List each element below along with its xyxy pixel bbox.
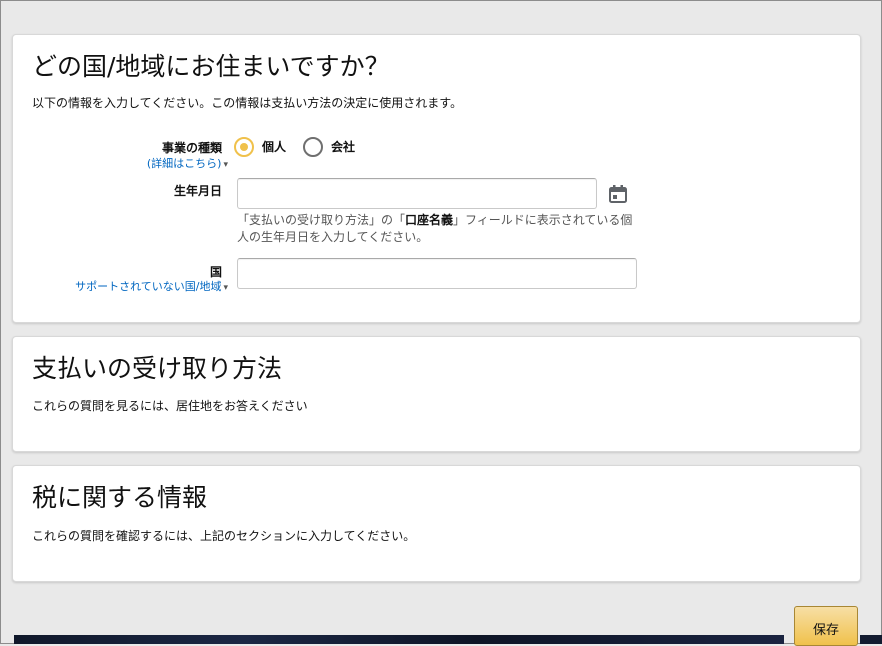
unsupported-country-help-link[interactable]: サポートされていない国/地域 ▾: [75, 280, 228, 295]
tax-title: 税に関する情報: [32, 483, 208, 512]
tax-section: 税に関する情報 これらの質問を確認するには、上記のセクションに入力してください。: [12, 465, 861, 582]
residence-title: どの国/地域にお住まいですか？: [32, 52, 390, 81]
calendar-icon[interactable]: [608, 184, 628, 204]
country-label: 国: [209, 265, 222, 279]
caret-down-icon: ▾: [223, 283, 228, 293]
tax-subtitle: これらの質問を確認するには、上記のセクションに入力してください。: [32, 529, 416, 543]
residence-subtitle: 以下の情報を入力してください。この情報は支払い方法の決定に使用されます。: [32, 96, 463, 110]
birth-date-hint: 「支払いの受け取り方法」の「口座名義」フィールドに表示されている個人の生年月日を…: [237, 212, 637, 246]
birth-date-hint-bold: 口座名義: [405, 213, 454, 227]
payment-section: 支払いの受け取り方法 これらの質問を見るには、居住地をお答えください: [12, 336, 861, 452]
payment-subtitle: これらの質問を見るには、居住地をお答えください: [32, 399, 308, 413]
birth-date-hint-prefix: 「支払いの受け取り方法」の「: [237, 213, 406, 227]
radio-company-label[interactable]: 会社: [331, 140, 355, 155]
radio-individual[interactable]: [234, 137, 254, 157]
business-type-label: 事業の種類: [161, 141, 222, 155]
business-type-help-link-text: (詳細はこちら): [146, 157, 222, 170]
unsupported-country-help-link-text: サポートされていない国/地域: [75, 280, 222, 293]
background-strip-right: [860, 635, 882, 644]
background-strip: [14, 635, 784, 644]
birth-date-label: 生年月日: [173, 184, 222, 198]
birth-date-input[interactable]: [237, 178, 597, 209]
residence-section: どの国/地域にお住まいですか？ 以下の情報を入力してください。この情報は支払い方…: [12, 34, 861, 323]
save-button[interactable]: 保存: [794, 606, 858, 646]
caret-down-icon: ▾: [223, 160, 228, 170]
radio-company[interactable]: [303, 137, 323, 157]
business-type-help-link[interactable]: (詳細はこちら) ▾: [147, 157, 228, 172]
country-input[interactable]: [237, 258, 637, 289]
radio-individual-label[interactable]: 個人: [262, 140, 286, 155]
payment-title: 支払いの受け取り方法: [32, 354, 283, 383]
